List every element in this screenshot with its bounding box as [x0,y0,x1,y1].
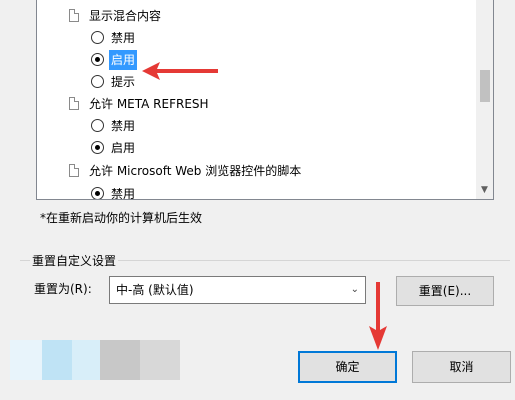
reset-button[interactable]: 重置(E)... [396,276,494,306]
radio-button[interactable] [91,141,104,154]
settings-list[interactable]: 显示混合内容 禁用 启用 提示 允许 META REFRESH 禁用 启用 允许… [36,0,494,200]
document-icon [69,9,79,22]
radio-label: 启用 [111,141,136,155]
document-icon [69,164,79,177]
cancel-button[interactable]: 取消 [412,351,511,383]
radio-button[interactable] [91,53,104,66]
radio-button[interactable] [91,119,104,132]
radio-label: 禁用 [111,187,136,200]
annotation-arrow-down-icon [369,282,387,350]
vertical-scrollbar[interactable]: ▼ [476,0,493,199]
restart-note: *在重新启动你的计算机后生效 [40,211,203,225]
scrollbar-thumb[interactable] [480,70,490,102]
radio-label: 提示 [111,75,136,89]
scroll-down-arrow-icon[interactable]: ▼ [476,182,493,199]
setting-header-label: 显示混合内容 [89,9,162,23]
radio-button[interactable] [91,75,104,88]
radio-label: 禁用 [111,119,136,133]
security-level-select[interactable]: 中-高 (默认值) ⌄ [109,276,366,304]
reset-to-label: 重置为(R): [34,282,92,296]
ok-button[interactable]: 确定 [298,351,397,383]
chevron-down-icon[interactable]: ⌄ [351,277,359,303]
select-value: 中-高 (默认值) [116,283,194,297]
setting-header-label: 允许 META REFRESH [89,97,209,111]
radio-button[interactable] [91,187,104,199]
radio-label: 禁用 [111,31,136,45]
reset-group-title: 重置自定义设置 [30,252,119,269]
annotation-arrow-left-icon [142,62,218,80]
radio-label: 启用 [109,50,138,70]
setting-header-label: 允许 Microsoft Web 浏览器控件的脚本 [89,164,302,178]
radio-button[interactable] [91,31,104,44]
document-icon [69,97,79,110]
